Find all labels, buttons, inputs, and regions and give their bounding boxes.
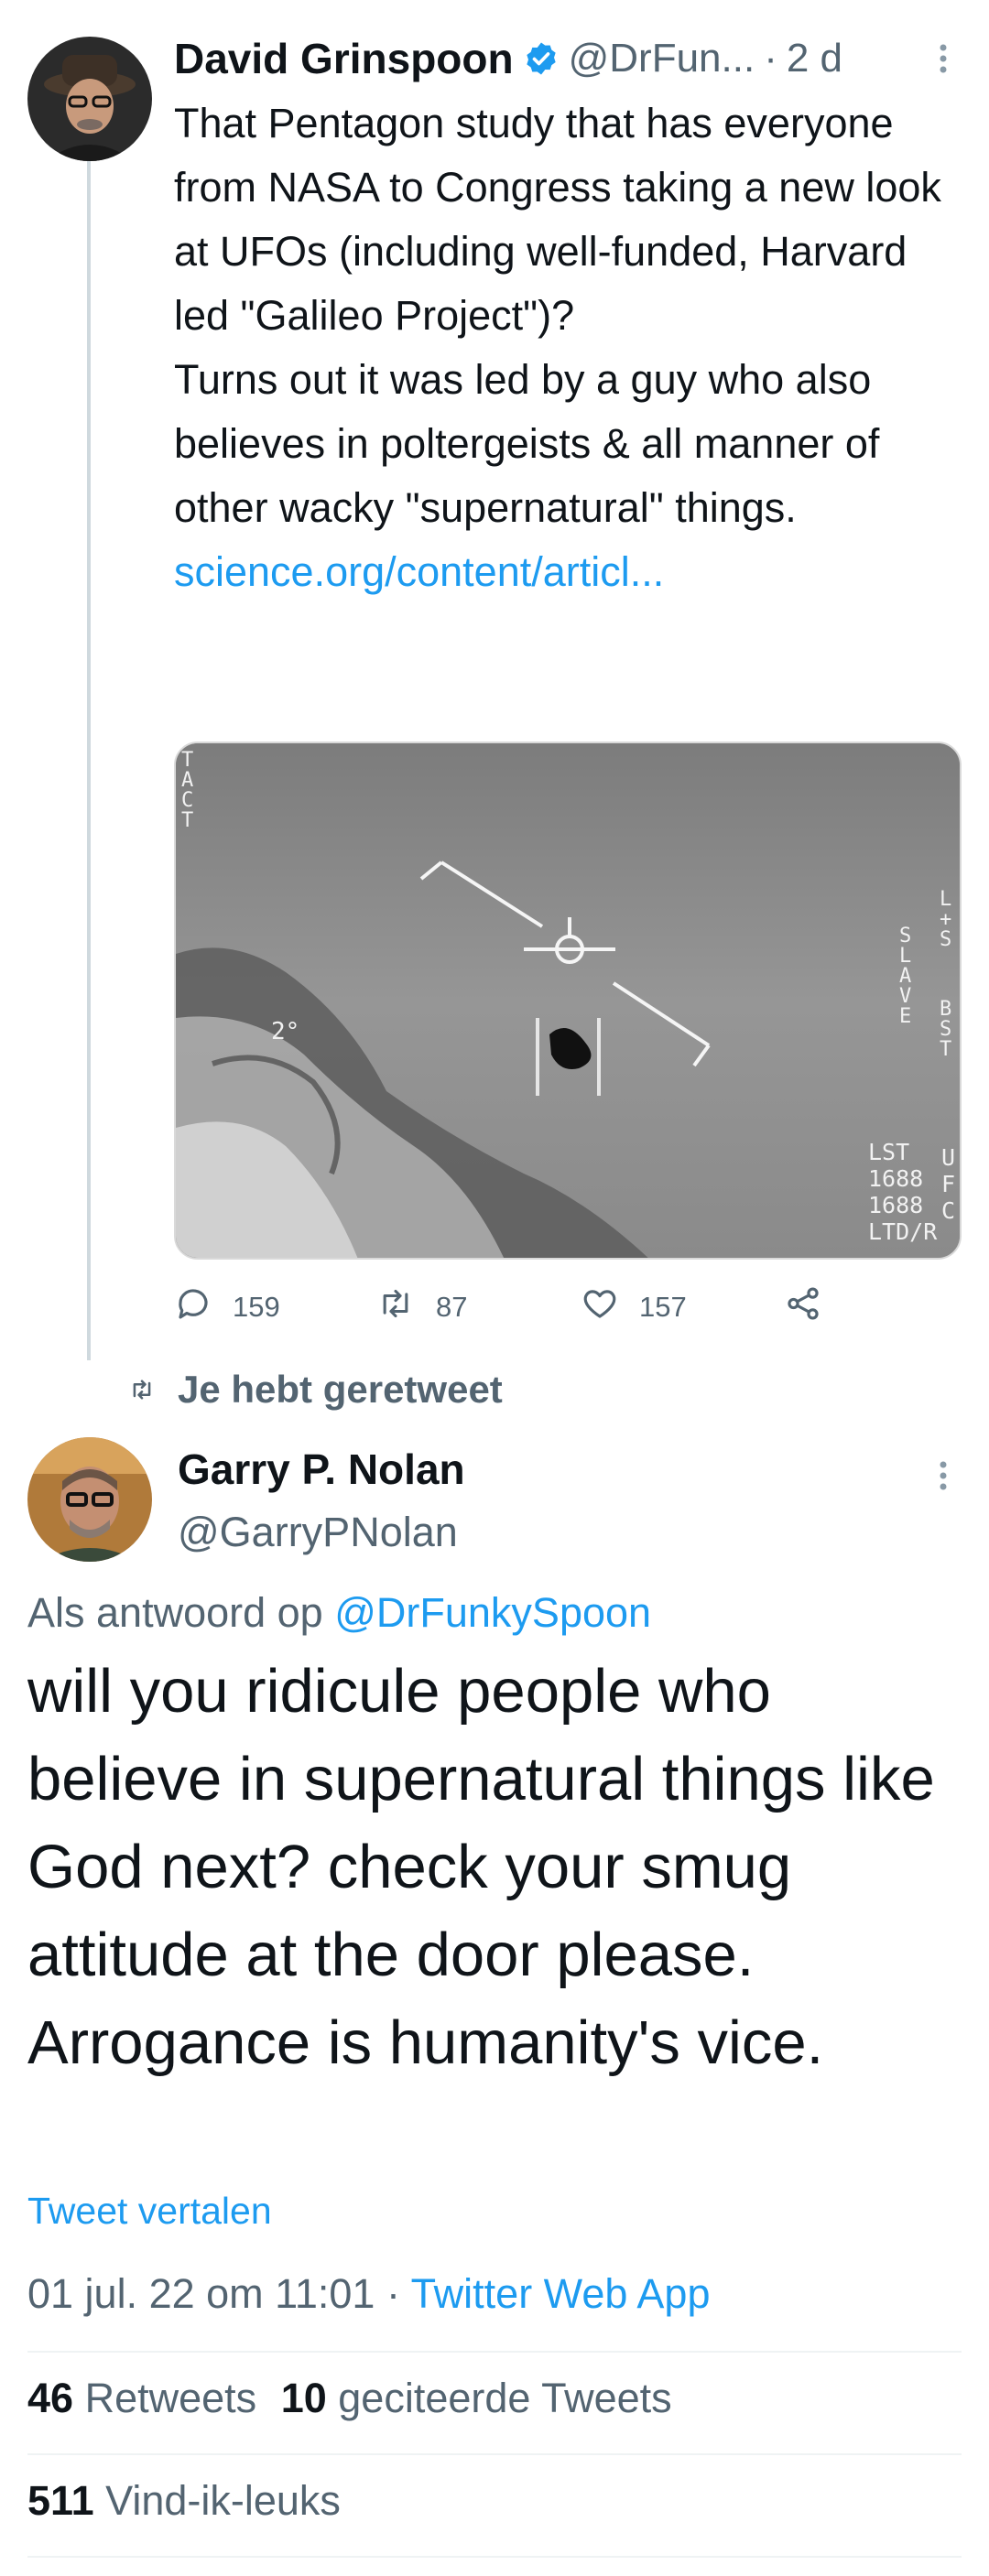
tweet2-text: will you ridicule people who believe in … (27, 1657, 935, 2077)
tweet2-author-handle[interactable]: @GarryPNolan (178, 1509, 458, 1556)
divider-middle (27, 2453, 962, 2455)
tweet2-meta: 01 jul. 22 om 11:01 · Twitter Web App (27, 2270, 710, 2318)
verified-badge-icon (523, 40, 560, 77)
tweet1-text: That Pentagon study that has everyone fr… (174, 92, 962, 604)
quotes-count: 10 (280, 2375, 327, 2421)
media-overlay-left-mid: 2° (271, 1018, 300, 1045)
tweet2-more-options-icon[interactable] (934, 1457, 952, 1494)
tweet1-media-image[interactable]: TACT 2° SLAVE L+S BST LST 1688 1688 LTD/… (174, 741, 962, 1260)
meta-separator: · (386, 2270, 400, 2317)
reply-icon (174, 1284, 212, 1330)
overlay-edge-1: U (941, 1144, 956, 1171)
reply-button[interactable]: 159 (174, 1284, 280, 1330)
overlay-line-2: 1688 (868, 1165, 924, 1192)
tweet1-paragraph-2: Turns out it was led by a guy who also b… (174, 356, 880, 531)
overlay-line-1: LST (868, 1139, 910, 1165)
retweet-count: 87 (436, 1291, 468, 1323)
media-overlay-bottom-right-edge: U F C (941, 1144, 955, 1224)
reply-to-handle[interactable]: @DrFunkySpoon (334, 1589, 651, 1636)
avatar-david-grinspoon[interactable] (27, 37, 152, 161)
tweet2-timestamp[interactable]: 01 jul. 22 om 11:01 (27, 2270, 375, 2317)
tweet1-header: David Grinspoon @DrFun... · 2 d (174, 31, 962, 86)
retweets-label: Retweets (84, 2375, 257, 2421)
reply-count: 159 (233, 1291, 280, 1323)
author-name[interactable]: David Grinspoon (174, 34, 514, 83)
retweet-button[interactable]: 87 (375, 1284, 467, 1330)
stats-row-likes[interactable]: 511 Vind-ik-leuks (27, 2477, 341, 2525)
divider-top (27, 2351, 962, 2353)
tweet-time[interactable]: 2 d (787, 36, 842, 81)
heart-icon (581, 1284, 619, 1330)
like-button[interactable]: 157 (581, 1284, 687, 1330)
divider-bottom (27, 2556, 962, 2558)
media-overlay-right-vertical: SLAVE (899, 925, 912, 1028)
translate-link[interactable]: Tweet vertalen (27, 2190, 272, 2233)
retweet-small-icon (128, 1368, 156, 1412)
reply-context: Als antwoord op @DrFunkySpoon (27, 1589, 651, 1637)
tweet2-author-name[interactable]: Garry P. Nolan (178, 1445, 465, 1494)
tweet2-source[interactable]: Twitter Web App (411, 2270, 711, 2317)
more-options-icon[interactable] (934, 40, 952, 77)
retweets-count: 46 (27, 2375, 74, 2421)
stats-row-retweets: 46 Retweets 10 geciteerde Tweets (27, 2375, 672, 2422)
quotes-stat[interactable]: 10 geciteerde Tweets (281, 2375, 672, 2421)
retweets-stat[interactable]: 46 Retweets (27, 2375, 268, 2421)
share-icon (784, 1284, 822, 1330)
overlay-edge-2: F (941, 1171, 956, 1197)
media-overlay-bottom-right: LST 1688 1688 LTD/R (868, 1139, 937, 1245)
avatar-garry-nolan[interactable] (27, 1437, 152, 1562)
media-overlay-right-edge-2: BST (940, 998, 952, 1061)
media-overlay-top-left: TACT (181, 749, 194, 832)
tweet1-paragraph-1: That Pentagon study that has everyone fr… (174, 100, 941, 339)
thread-line (87, 161, 91, 1360)
retweeted-banner: Je hebt geretweet (128, 1368, 503, 1412)
author-handle[interactable]: @DrFun... (569, 36, 755, 81)
quotes-label: geciteerde Tweets (338, 2375, 672, 2421)
share-button[interactable] (784, 1284, 822, 1330)
reply-prefix: Als antwoord op (27, 1589, 323, 1636)
overlay-edge-3: C (941, 1197, 956, 1224)
tweet1-link[interactable]: science.org/content/articl... (174, 540, 962, 604)
retweeted-label: Je hebt geretweet (178, 1368, 503, 1411)
header-separator: · (764, 36, 777, 81)
likes-label: Vind-ik-leuks (105, 2477, 341, 2524)
like-count: 157 (639, 1291, 687, 1323)
overlay-line-4: LTD/R (868, 1218, 938, 1245)
likes-count: 511 (27, 2477, 94, 2524)
retweet-icon (375, 1284, 416, 1330)
tweet1-actions: 159 87 157 (0, 1280, 989, 1335)
media-overlay-right-edge: L+S (940, 888, 952, 951)
overlay-line-3: 1688 (868, 1192, 924, 1218)
